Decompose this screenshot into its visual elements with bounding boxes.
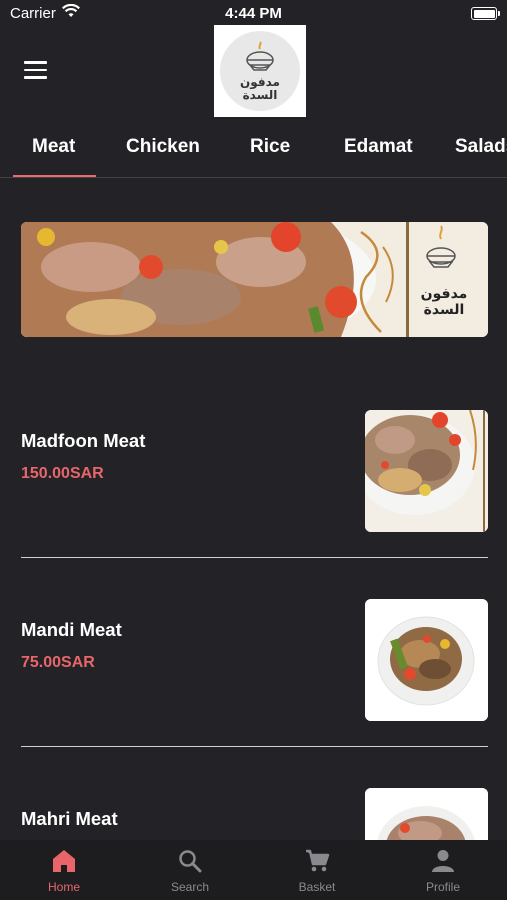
- item-image: [365, 410, 488, 532]
- promo-banner[interactable]: مدفون السدة: [21, 222, 488, 337]
- category-tabs: Meat Chicken Rice Edamat Salads: [0, 120, 507, 178]
- banner-food-image: [21, 222, 488, 337]
- home-icon: [53, 850, 75, 872]
- bottom-navigation: Home Search Basket Profile: [0, 840, 507, 900]
- brand-logo: مدفون السدة: [214, 25, 306, 117]
- banner-logo-text: مدفون السدة: [420, 286, 468, 318]
- nav-basket[interactable]: Basket: [277, 848, 357, 894]
- nav-home[interactable]: Home: [24, 848, 104, 894]
- item-name: Mandi Meat: [21, 619, 122, 640]
- menu-item[interactable]: Mandi Meat 75.00SAR: [21, 599, 488, 721]
- cart-icon: [306, 849, 330, 872]
- logo-text: مدفون السدة: [240, 75, 280, 102]
- tab-meat[interactable]: Meat: [32, 136, 75, 158]
- active-tab-indicator: [13, 175, 96, 177]
- nav-label: Basket: [298, 880, 336, 894]
- clock: 4:44 PM: [225, 5, 282, 22]
- tab-rice[interactable]: Rice: [250, 136, 290, 158]
- item-image: [365, 599, 488, 721]
- profile-icon: [432, 850, 454, 872]
- battery-tip: [498, 11, 500, 16]
- item-name: Madfoon Meat: [21, 430, 146, 451]
- logo-emblem: مدفون السدة: [220, 31, 300, 111]
- tab-chicken[interactable]: Chicken: [126, 136, 200, 158]
- nav-label: Profile: [425, 880, 460, 894]
- battery-icon: [471, 7, 497, 20]
- divider: [21, 557, 488, 558]
- item-price: 150.00SAR: [21, 465, 104, 482]
- nav-search[interactable]: Search: [150, 848, 230, 894]
- menu-icon[interactable]: [24, 61, 47, 79]
- nav-label: Search: [170, 880, 210, 894]
- status-bar: Carrier 4:44 PM: [0, 0, 507, 28]
- item-price: 75.00SAR: [21, 654, 95, 671]
- cloche-icon: [246, 41, 274, 71]
- item-name: Mahri Meat: [21, 808, 118, 829]
- search-icon: [179, 850, 202, 873]
- tab-salads[interactable]: Salads: [455, 136, 507, 158]
- nav-profile[interactable]: Profile: [403, 848, 483, 894]
- tab-edamat[interactable]: Edamat: [344, 136, 413, 158]
- menu-item[interactable]: Madfoon Meat 150.00SAR: [21, 410, 488, 532]
- nav-label: Home: [47, 880, 80, 894]
- divider: [21, 746, 488, 747]
